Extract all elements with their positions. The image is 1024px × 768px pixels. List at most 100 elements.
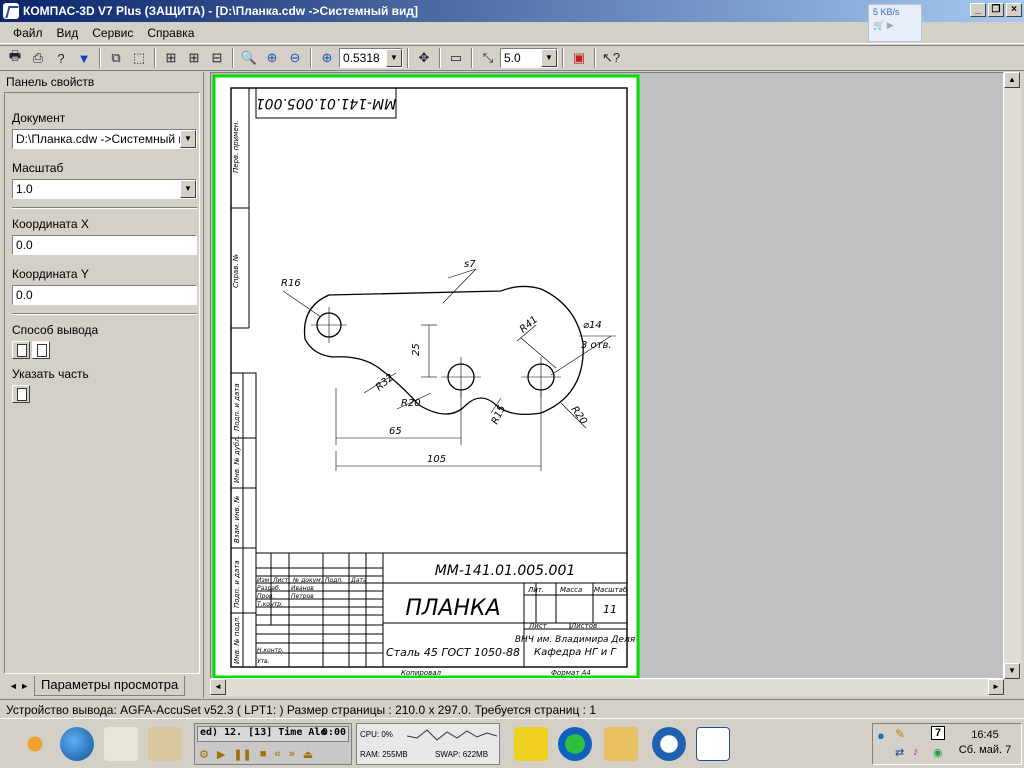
- vertical-scrollbar[interactable]: ▲ ▼: [1004, 72, 1021, 679]
- format-label: Формат А4: [551, 669, 591, 677]
- step-combo[interactable]: 5.0 ▼: [500, 48, 558, 68]
- zoom-value: 0.5318: [343, 51, 380, 65]
- col-lit: Лит.: [527, 586, 544, 594]
- filter-icon[interactable]: ▼: [73, 47, 95, 69]
- media-player[interactable]: ed) 12. [13] Time Alo 0:00 ⚙ ▶ ❚❚ ■ « » …: [194, 723, 352, 765]
- coord-y-label: Координата Y: [12, 267, 89, 281]
- player-stop-icon[interactable]: ■: [260, 748, 267, 761]
- word-icon[interactable]: [696, 727, 730, 761]
- stamp-role-3: Н.контр.: [257, 647, 284, 654]
- player-eject-icon[interactable]: ⏏: [303, 748, 313, 761]
- chevron-down-icon[interactable]: ▼: [180, 130, 196, 148]
- drawing-canvas[interactable]: Перв. примен. Справ. № Подп. и дата Инв.…: [210, 72, 1004, 679]
- sheet-count: 11: [603, 603, 617, 616]
- zoom-out-icon[interactable]: ⊖: [284, 47, 306, 69]
- grid-icon-1[interactable]: ⊞: [160, 47, 182, 69]
- side-label-4: Инв. № подл.: [233, 616, 241, 664]
- tray-shield-icon[interactable]: ◉: [933, 746, 943, 759]
- select-part-button[interactable]: [12, 385, 30, 403]
- horizontal-scrollbar[interactable]: ◄ ►: [210, 679, 1004, 696]
- start-menu-icon[interactable]: [18, 727, 52, 761]
- clock-date: Сб. май. 7: [958, 744, 1012, 756]
- tray-badge[interactable]: 7: [931, 726, 946, 740]
- move-step-icon[interactable]: ⤡: [477, 47, 499, 69]
- dim-s7: s7: [464, 259, 476, 270]
- menu-service[interactable]: Сервис: [85, 26, 140, 40]
- location-icon[interactable]: [558, 727, 592, 761]
- globe-icon[interactable]: [60, 727, 94, 761]
- context-help-icon[interactable]: ↖?: [600, 47, 622, 69]
- tray-network-icon[interactable]: ⇄: [895, 746, 904, 759]
- copy-view-icon[interactable]: ⧉: [105, 47, 127, 69]
- print-preview-icon[interactable]: ▣: [568, 47, 590, 69]
- print-setup-icon[interactable]: ⎙: [27, 47, 49, 69]
- grid-icon-2[interactable]: ⊞: [183, 47, 205, 69]
- title-material: Сталь 45 ГОСТ 1050-88: [386, 646, 520, 659]
- tab-view-params[interactable]: Параметры просмотра: [34, 676, 186, 696]
- stamp-col-3: Подп.: [325, 577, 343, 584]
- clipboard-icon[interactable]: [604, 727, 638, 761]
- panel-title: Панель свойств: [6, 75, 95, 89]
- pan-icon[interactable]: ✥: [413, 47, 435, 69]
- output-mode-2-button[interactable]: [32, 341, 50, 359]
- coord-y-value: 0.0: [16, 288, 33, 302]
- chevron-down-icon[interactable]: ▼: [180, 180, 196, 198]
- chevron-down-icon[interactable]: ▼: [541, 49, 557, 67]
- title-part-name: ПЛАНКА: [405, 596, 500, 621]
- scroll-up-button[interactable]: ▲: [1004, 72, 1020, 88]
- tray-globe-icon[interactable]: ●: [877, 728, 885, 743]
- coord-y-input[interactable]: 0.0: [12, 285, 197, 305]
- minimize-button[interactable]: _: [970, 3, 986, 17]
- close-button[interactable]: ×: [1006, 3, 1022, 17]
- output-mode-1-button[interactable]: [12, 341, 30, 359]
- swap-label: SWAP: 622MB: [435, 750, 489, 759]
- print-icon[interactable]: 🖶: [4, 47, 26, 69]
- side-label-2: Взам. инв. №: [233, 495, 241, 543]
- grid-icon-3[interactable]: ⊟: [206, 47, 228, 69]
- menu-bar: Файл Вид Сервис Справка: [0, 22, 1024, 44]
- tray-clock[interactable]: 16:45 Сб. май. 7: [953, 728, 1017, 758]
- player-pause-icon[interactable]: ❚❚: [233, 748, 251, 761]
- edit-icon[interactable]: [104, 727, 138, 761]
- player-play-icon[interactable]: ▶: [217, 748, 225, 761]
- help-book-icon[interactable]: ?: [50, 47, 72, 69]
- coord-x-label: Координата X: [12, 217, 89, 231]
- toolbar: 🖶 ⎙ ? ▼ ⧉ ⬚ ⊞ ⊞ ⊟ 🔍 ⊕ ⊖ ⊕ 0.5318 ▼ ✥ ▭ ⤡…: [0, 45, 1024, 71]
- copied-label: Копировал: [401, 669, 442, 677]
- title-bar: КОМПАС-3D V7 Plus (ЗАЩИТА) - [D:\Планка.…: [0, 0, 1024, 42]
- restore-button[interactable]: ❐: [988, 3, 1004, 17]
- player-forward-icon[interactable]: »: [289, 748, 295, 761]
- archive-icon[interactable]: [148, 727, 182, 761]
- org-line2: Кафедра НГ и Г: [534, 647, 617, 658]
- document-select[interactable]: D:\Планка.cdw ->Системный ви ▼: [12, 129, 197, 149]
- kompas-taskbar-icon[interactable]: [652, 727, 686, 761]
- drawing-sheet: Перв. примен. Справ. № Подп. и дата Инв.…: [212, 74, 640, 678]
- menu-help[interactable]: Справка: [140, 26, 201, 40]
- dim-r16: R16: [281, 278, 301, 289]
- window-title: КОМПАС-3D V7 Plus (ЗАЩИТА) - [D:\Планка.…: [23, 4, 419, 18]
- tray-speaker-icon[interactable]: ♪: [913, 746, 919, 758]
- coord-x-input[interactable]: 0.0: [12, 235, 197, 255]
- stamp-col-2: № докум.: [292, 577, 323, 584]
- zoom-window-icon[interactable]: 🔍: [238, 47, 260, 69]
- player-prev-icon[interactable]: ⚙: [199, 748, 209, 761]
- zoom-combo[interactable]: 0.5318 ▼: [339, 48, 403, 68]
- scale-select[interactable]: 1.0 ▼: [12, 179, 197, 199]
- zoom-scale-icon[interactable]: ⊕: [316, 47, 338, 69]
- select-icon[interactable]: ⬚: [128, 47, 150, 69]
- player-rewind-icon[interactable]: «: [274, 748, 280, 761]
- scroll-down-button[interactable]: ▼: [1004, 663, 1020, 679]
- menu-file[interactable]: Файл: [6, 26, 50, 40]
- scroll-right-button[interactable]: ►: [988, 679, 1004, 695]
- tray-pen-icon[interactable]: ✎: [895, 727, 905, 741]
- bat-app-icon[interactable]: [514, 727, 548, 761]
- tab-nav-arrows[interactable]: ◄ ►: [4, 681, 34, 691]
- kompas-app-icon[interactable]: [3, 3, 19, 19]
- page-icon[interactable]: ▭: [445, 47, 467, 69]
- chevron-down-icon[interactable]: ▼: [386, 49, 402, 67]
- zoom-in-icon[interactable]: ⊕: [261, 47, 283, 69]
- menu-view[interactable]: Вид: [50, 26, 86, 40]
- cpu-label: CPU: 0%: [360, 730, 393, 739]
- scroll-left-button[interactable]: ◄: [210, 679, 226, 695]
- side-label-top-1: Справ. №: [232, 254, 240, 288]
